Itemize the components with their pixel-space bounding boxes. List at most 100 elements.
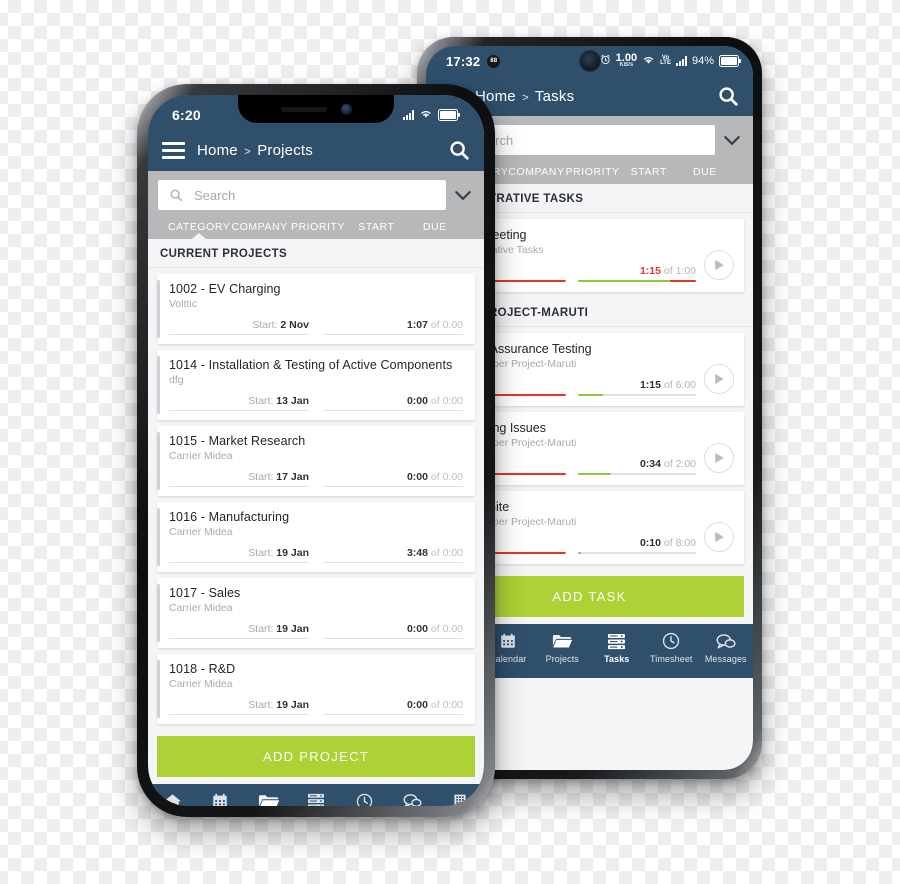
project-card[interactable]: 1017 - Sales Carrier Midea Start: 19 Jan… [157, 578, 475, 648]
task-time-total: 1:00 [675, 265, 696, 277]
nav-item-timesheet[interactable]: Timesheet [644, 631, 699, 664]
start-date: 19 Jan [276, 699, 309, 711]
project-card[interactable]: 1016 - Manufacturing Carrier Midea Start… [157, 502, 475, 572]
android-status-bar: 17:32 88 1.00 KB/s Vo LTE 94% [426, 46, 753, 76]
project-card[interactable]: 1018 - R&D Carrier Midea Start: 19 Jan 0… [157, 654, 475, 724]
nav-item-calendar[interactable]: Calendar [196, 791, 244, 806]
nav-item-company[interactable]: Company [436, 791, 484, 806]
time-spent: 1:07 [406, 319, 428, 331]
task-progress-bar [578, 552, 696, 554]
folder-icon [535, 631, 590, 651]
project-start: Start: 13 Jan [169, 395, 309, 411]
notification-badge: 88 [487, 54, 501, 68]
nav-item-messages[interactable]: Messages [699, 631, 754, 664]
signal-icon [675, 56, 687, 66]
project-list[interactable]: 1002 - EV Charging Volttic Start: 2 Nov … [148, 268, 484, 730]
project-title: 1014 - Installation & Testing of Active … [169, 358, 453, 372]
task-time-col: 1:15 of 6:00 [578, 379, 696, 396]
project-company: Carrier Midea [169, 602, 233, 614]
alarm-icon [600, 54, 611, 68]
of-label: of [430, 699, 440, 711]
play-icon[interactable] [704, 250, 734, 280]
filter-tab-company[interactable]: COMPANY [508, 166, 564, 184]
nav-item-messages[interactable]: Messages [388, 791, 436, 806]
of-label: of [430, 547, 440, 559]
of-label: of [430, 623, 440, 635]
breadcrumb-home[interactable]: Home [197, 142, 238, 159]
battery-percent-label: 94% [691, 55, 714, 67]
nav-item-tasks[interactable]: Tasks [590, 631, 645, 664]
task-of-label: of [663, 379, 673, 391]
task-time-col: 0:10 of 8:00 [578, 537, 696, 554]
of-label: of [430, 395, 440, 407]
nav-item-home[interactable]: Home [148, 791, 196, 806]
start-date: 13 Jan [276, 395, 309, 407]
chevron-down-icon[interactable] [452, 190, 474, 201]
search-input-container[interactable] [158, 180, 446, 210]
search-icon [169, 188, 183, 202]
clock-icon [340, 791, 388, 806]
play-icon[interactable] [704, 443, 734, 473]
task-time-spent: 1:15 [639, 265, 661, 277]
search-icon[interactable] [448, 139, 470, 161]
project-time: 0:00 of 0:00 [323, 471, 463, 487]
filter-tab-start[interactable]: START [347, 221, 405, 239]
project-time: 1:07 of 0:00 [323, 319, 463, 335]
front-search-zone: CATEGORY COMPANY PRIORITY START DUE [148, 171, 484, 239]
project-start: Start: 2 Nov [169, 319, 309, 335]
time-spent: 0:00 [406, 623, 428, 635]
task-time-col: 1:15 of 1:00 [578, 265, 696, 282]
project-start: Start: 17 Jan [169, 471, 309, 487]
project-card[interactable]: 1015 - Market Research Carrier Midea Sta… [157, 426, 475, 496]
breadcrumb-separator: > [522, 91, 529, 104]
nav-item-timesheet[interactable]: Timesheet [340, 791, 388, 806]
project-time: 3:48 of 0:00 [323, 547, 463, 563]
filter-tab-priority[interactable]: PRIORITY [289, 221, 347, 239]
breadcrumb-current: Tasks [534, 87, 575, 105]
start-date: 19 Jan [276, 547, 309, 559]
task-of-label: of [663, 537, 673, 549]
task-progress-bar [578, 394, 696, 396]
hamburger-icon[interactable] [162, 141, 185, 159]
search-input[interactable] [192, 186, 435, 204]
time-total: 0:00 [442, 319, 463, 331]
breadcrumb-current: Projects [257, 141, 313, 159]
project-company: Volttic [169, 298, 198, 310]
start-date: 19 Jan [276, 623, 309, 635]
project-card[interactable]: 1002 - EV Charging Volttic Start: 2 Nov … [157, 274, 475, 344]
project-title: 1015 - Market Research [169, 434, 306, 448]
status-time: 17:32 [446, 53, 481, 69]
chevron-down-icon[interactable] [721, 135, 743, 146]
front-phone-device: 6:20 Home > Projects Search CATEGORY COM… [137, 84, 495, 817]
project-title: 1016 - Manufacturing [169, 510, 290, 524]
task-time-col: 0:34 of 2:00 [578, 458, 696, 475]
search-icon[interactable] [717, 85, 739, 107]
nav-item-projects[interactable]: Projects [244, 791, 292, 806]
filter-tab-category[interactable]: CATEGORY [168, 221, 230, 239]
filter-tab-due[interactable]: DUE [406, 221, 464, 239]
volte-icon: Vo LTE [660, 55, 671, 66]
filter-tab-company[interactable]: COMPANY [230, 221, 288, 239]
play-icon[interactable] [704, 522, 734, 552]
start-label: Start: [252, 319, 278, 331]
start-label: Start: [248, 395, 274, 407]
add-project-button[interactable]: ADD PROJECT [157, 736, 475, 777]
task-progress-bar [578, 280, 696, 282]
nav-item-projects[interactable]: Projects [535, 631, 590, 664]
search-input[interactable] [470, 131, 704, 149]
project-card[interactable]: 1014 - Installation & Testing of Active … [157, 350, 475, 420]
nav-item-tasks[interactable]: Tasks [292, 791, 340, 806]
front-filter-tabs: CATEGORY COMPANY PRIORITY START DUE [158, 210, 474, 239]
screenshot-stage: 17:32 88 1.00 KB/s Vo LTE 94% Home > Tas… [0, 0, 900, 884]
filter-tab-start[interactable]: START [621, 166, 677, 184]
filter-tab-priority[interactable]: PRIORITY [565, 166, 621, 184]
play-icon[interactable] [704, 364, 734, 394]
signal-icon [403, 110, 414, 120]
earpiece-speaker [280, 106, 327, 112]
breadcrumb-separator: > [244, 145, 251, 158]
filter-tab-due[interactable]: DUE [677, 166, 733, 184]
start-label: Start: [248, 623, 274, 635]
battery-icon [438, 109, 460, 121]
front-phone-inner: 6:20 Home > Projects Search CATEGORY COM… [148, 95, 484, 806]
start-label: Start: [248, 471, 274, 483]
